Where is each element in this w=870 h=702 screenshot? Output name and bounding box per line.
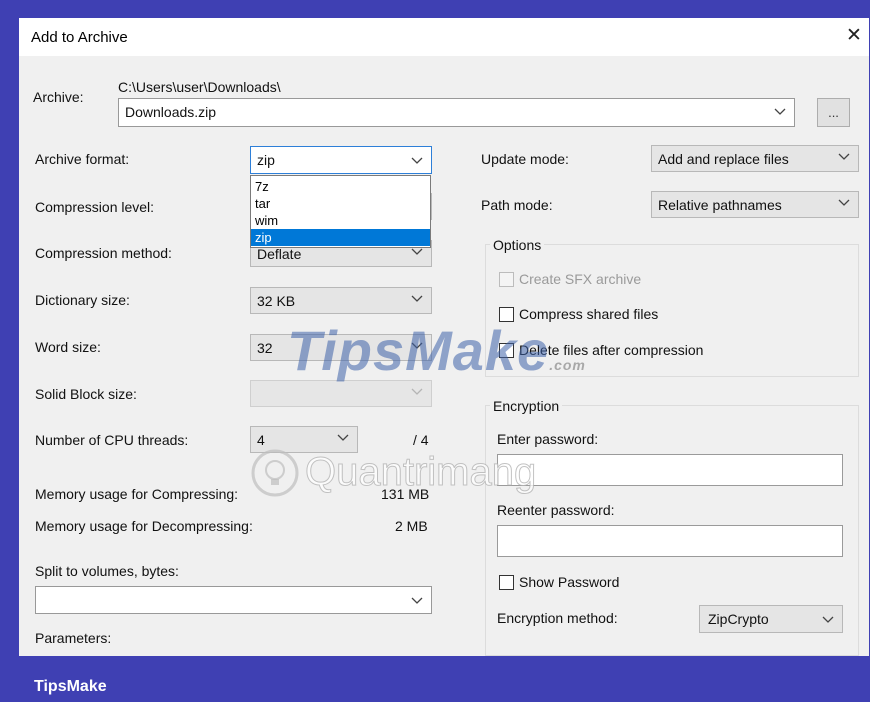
cpu-threads-max: / 4 (413, 432, 429, 448)
chevron-down-icon (411, 342, 423, 349)
reenter-password-input[interactable] (497, 525, 843, 557)
encryption-method-label: Encryption method: (497, 610, 618, 626)
archive-label: Archive: (33, 89, 84, 105)
chevron-down-icon (838, 199, 850, 206)
cpu-threads-select[interactable]: 4 (250, 426, 358, 453)
mem-decompress-value: 2 MB (395, 518, 428, 534)
compression-method-value: Deflate (257, 246, 302, 262)
chevron-down-icon (411, 597, 423, 604)
word-size-select[interactable]: 32 (250, 334, 432, 361)
create-sfx-label: Create SFX archive (519, 271, 642, 287)
browse-button[interactable]: ... (817, 98, 850, 127)
footer-brand: TipsMake (34, 678, 107, 695)
archive-format-dropdown: 7z tar wim zip (250, 175, 431, 248)
chevron-down-icon (838, 153, 850, 160)
delete-after-label[interactable]: Delete files after compression (519, 342, 703, 358)
encryption-method-value: ZipCrypto (708, 611, 769, 627)
compression-level-label: Compression level: (35, 199, 155, 215)
path-mode-value: Relative pathnames (658, 197, 782, 213)
chevron-down-icon (411, 295, 423, 302)
mem-compress-value: 131 MB (381, 486, 430, 502)
enter-password-label: Enter password: (497, 431, 599, 447)
path-mode-label: Path mode: (481, 197, 553, 213)
cpu-threads-label: Number of CPU threads: (35, 432, 189, 448)
add-to-archive-dialog: Add to Archive ✕ Archive: C:\Users\user\… (19, 18, 869, 656)
archive-format-select[interactable]: zip (250, 146, 432, 174)
compress-shared-label[interactable]: Compress shared files (519, 306, 658, 322)
solid-block-size-label: Solid Block size: (35, 386, 137, 402)
mem-decompress-label: Memory usage for Decompressing: (35, 518, 253, 534)
word-size-value: 32 (257, 340, 273, 356)
format-option-zip[interactable]: zip (251, 229, 430, 246)
archive-name-combo[interactable]: Downloads.zip (118, 98, 795, 127)
lightbulb-icon (251, 449, 299, 497)
password-input[interactable] (497, 454, 843, 486)
parameters-label: Parameters: (35, 630, 112, 646)
update-mode-value: Add and replace files (658, 151, 789, 167)
options-group-title: Options (490, 237, 545, 253)
encryption-group-title: Encryption (490, 398, 563, 414)
format-option-7z[interactable]: 7z (251, 178, 430, 195)
title-bar: Add to Archive ✕ (19, 18, 869, 56)
chevron-down-icon (411, 388, 423, 395)
delete-after-checkbox[interactable] (499, 343, 514, 358)
reenter-password-label: Reenter password: (497, 502, 615, 518)
show-password-label[interactable]: Show Password (519, 574, 619, 590)
mem-compress-label: Memory usage for Compressing: (35, 486, 239, 502)
archive-name-value: Downloads.zip (125, 104, 217, 120)
path-mode-select[interactable]: Relative pathnames (651, 191, 859, 218)
close-icon[interactable]: ✕ (839, 21, 869, 51)
archive-format-value: zip (257, 152, 275, 168)
archive-path: C:\Users\user\Downloads\ (118, 79, 281, 95)
chevron-down-icon (774, 108, 786, 115)
quantrimang-watermark: Quantrimang (245, 446, 537, 505)
window-title: Add to Archive (31, 29, 128, 46)
compress-shared-checkbox[interactable] (499, 307, 514, 322)
create-sfx-checkbox (499, 272, 514, 287)
compression-method-label: Compression method: (35, 245, 172, 261)
word-size-label: Word size: (35, 339, 101, 355)
format-option-tar[interactable]: tar (251, 195, 430, 212)
format-option-wim[interactable]: wim (251, 212, 430, 229)
dictionary-size-value: 32 KB (257, 293, 296, 309)
archive-format-label: Archive format: (35, 151, 130, 167)
dictionary-size-label: Dictionary size: (35, 292, 130, 308)
update-mode-select[interactable]: Add and replace files (651, 145, 859, 172)
chevron-down-icon (822, 616, 834, 623)
split-volumes-label: Split to volumes, bytes: (35, 563, 179, 579)
show-password-checkbox[interactable] (499, 575, 514, 590)
split-volumes-combo[interactable] (35, 586, 432, 614)
chevron-down-icon (337, 434, 349, 441)
chevron-down-icon (411, 157, 423, 164)
update-mode-label: Update mode: (481, 151, 569, 167)
cpu-threads-value: 4 (257, 432, 265, 448)
dictionary-size-select[interactable]: 32 KB (250, 287, 432, 314)
encryption-method-select[interactable]: ZipCrypto (699, 605, 843, 633)
solid-block-size-select (250, 380, 432, 407)
